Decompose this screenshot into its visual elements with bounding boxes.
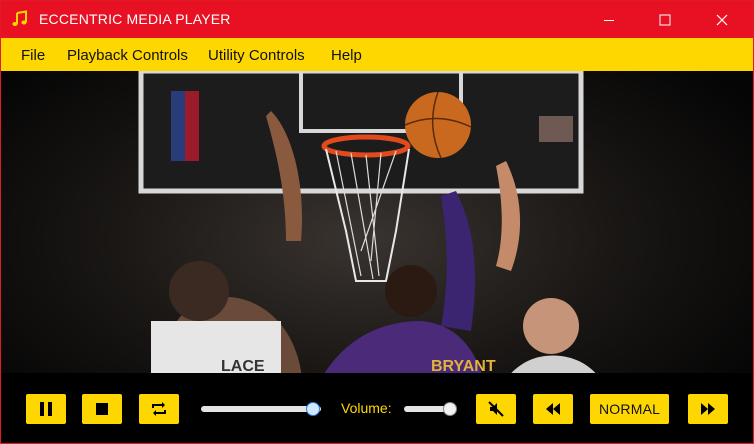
menu-bar: File Playback Controls Utility Controls … (1, 38, 753, 71)
title-bar: ECCENTRIC MEDIA PLAYER (1, 1, 753, 38)
fast-forward-icon (701, 403, 715, 415)
volume-thumb[interactable] (443, 402, 457, 416)
menu-file[interactable]: File (21, 47, 45, 64)
stop-button[interactable] (82, 394, 122, 424)
rewind-icon (546, 403, 560, 415)
maximize-button[interactable] (642, 1, 688, 38)
repeat-icon (152, 402, 166, 416)
rewind-button[interactable] (533, 394, 573, 424)
mute-icon (488, 401, 504, 417)
volume-label: Volume: (341, 400, 392, 416)
control-bar: Volume: NORMAL (1, 373, 753, 443)
minimize-icon (604, 19, 614, 21)
menu-playback-controls[interactable]: Playback Controls (67, 47, 188, 64)
menu-utility-controls[interactable]: Utility Controls (208, 47, 305, 64)
close-button[interactable] (699, 1, 745, 38)
seek-thumb[interactable] (305, 402, 320, 416)
media-player-window: ECCENTRIC MEDIA PLAYER File Playback Con… (0, 0, 754, 444)
seek-slider[interactable] (201, 406, 321, 412)
minimize-button[interactable] (586, 1, 632, 38)
menu-help[interactable]: Help (331, 47, 362, 64)
stop-icon (96, 403, 108, 415)
speed-button[interactable]: NORMAL (590, 394, 670, 424)
repeat-button[interactable] (139, 394, 179, 424)
pause-icon (40, 402, 52, 416)
window-title: ECCENTRIC MEDIA PLAYER (39, 11, 231, 27)
fast-forward-button[interactable] (688, 394, 728, 424)
pause-button[interactable] (26, 394, 66, 424)
close-icon (716, 14, 728, 25)
maximize-icon (659, 14, 671, 25)
mute-button[interactable] (476, 394, 516, 424)
music-note-icon (12, 10, 27, 26)
